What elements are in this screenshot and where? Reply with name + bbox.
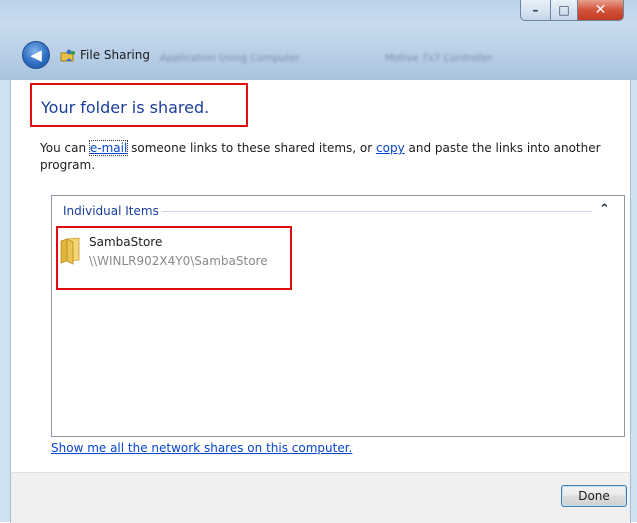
desc-middle: someone links to these shared items, or bbox=[127, 141, 377, 155]
desc-prefix: You can bbox=[40, 141, 90, 155]
title-bar: Application Using Computer Motive 7x7 Co… bbox=[0, 0, 637, 80]
done-button[interactable]: Done bbox=[561, 485, 627, 507]
window-controls: – □ ✕ bbox=[520, 0, 624, 22]
collapse-chevron-icon[interactable]: ⌃ bbox=[599, 202, 610, 217]
group-header-individual-items[interactable]: Individual Items bbox=[63, 204, 159, 218]
group-header-divider bbox=[162, 211, 592, 212]
back-arrow-icon[interactable]: ◀ bbox=[22, 41, 50, 69]
page-heading: Your folder is shared. bbox=[41, 98, 210, 117]
highlight-box-item bbox=[56, 226, 292, 290]
email-link[interactable]: e-mail bbox=[88, 140, 129, 156]
file-sharing-window: Application Using Computer Motive 7x7 Co… bbox=[0, 0, 637, 523]
maximize-button[interactable]: □ bbox=[551, 0, 578, 21]
copy-link[interactable]: copy bbox=[376, 141, 405, 155]
dialog-footer bbox=[10, 472, 631, 523]
background-tab-2: Motive 7x7 Controller bbox=[385, 53, 493, 64]
close-button[interactable]: ✕ bbox=[578, 0, 624, 21]
background-tab-1: Application Using Computer bbox=[160, 53, 300, 64]
minimize-button[interactable]: – bbox=[520, 0, 551, 21]
dialog-title: File Sharing bbox=[80, 48, 150, 62]
show-network-shares-link[interactable]: Show me all the network shares on this c… bbox=[51, 441, 352, 455]
description-text: You can e-mail someone links to these sh… bbox=[40, 140, 615, 174]
file-sharing-icon bbox=[60, 49, 75, 62]
